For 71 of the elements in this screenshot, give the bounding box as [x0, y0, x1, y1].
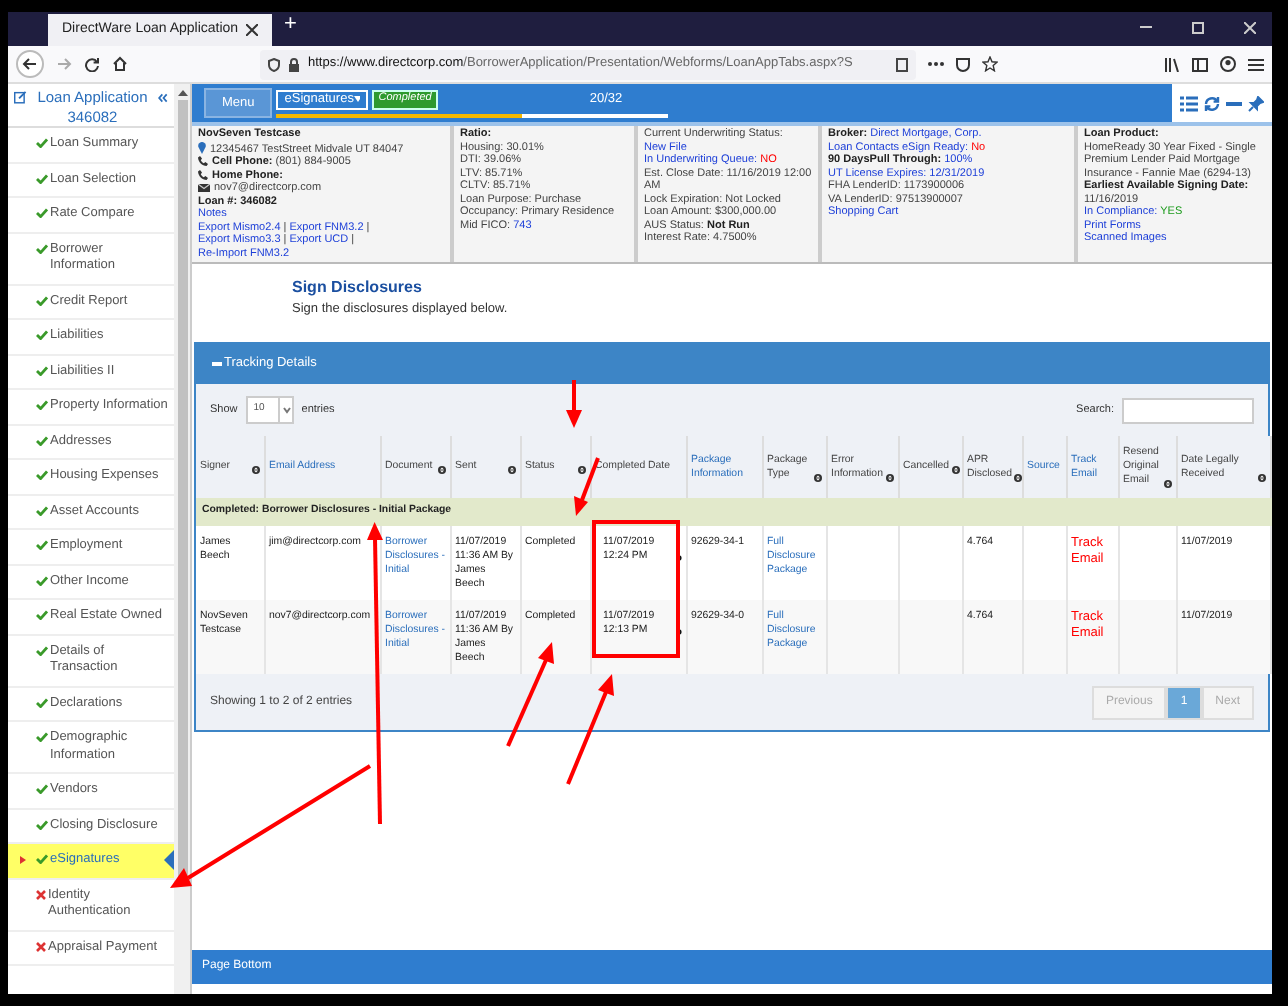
annotation-arrow	[574, 457, 600, 516]
lock-icon	[288, 57, 300, 71]
minimize-icon[interactable]	[1140, 26, 1152, 30]
check-icon	[36, 784, 48, 794]
envelope-icon	[198, 184, 210, 192]
menu-icon[interactable]	[1248, 57, 1264, 71]
minimize-icon[interactable]	[1226, 101, 1242, 105]
sort-icon[interactable]	[1163, 480, 1171, 488]
search-field[interactable]	[1122, 397, 1254, 423]
check-icon	[36, 138, 48, 148]
selected-marker-icon	[20, 856, 26, 864]
scrollbar-thumb[interactable]	[177, 100, 187, 880]
sort-icon[interactable]	[885, 473, 893, 481]
annotation-arrow	[506, 642, 554, 747]
pin-icon[interactable]	[1248, 95, 1264, 111]
check-icon	[36, 540, 48, 550]
sort-icon[interactable]	[507, 466, 515, 474]
sort-icon[interactable]	[951, 466, 960, 474]
sort-icon[interactable]	[251, 466, 259, 474]
sort-icon[interactable]	[813, 473, 821, 481]
check-icon	[36, 645, 48, 655]
star-icon[interactable]	[982, 56, 998, 72]
library-icon[interactable]	[1164, 57, 1180, 71]
caret-icon	[277, 398, 292, 422]
check-icon	[36, 470, 48, 480]
info-icon[interactable]	[675, 628, 681, 636]
annotation-arrow	[566, 674, 614, 785]
annotation-arrow	[566, 380, 582, 428]
account-icon[interactable]	[1220, 56, 1236, 72]
check-icon	[36, 400, 48, 410]
check-icon	[36, 435, 48, 445]
check-icon	[36, 173, 48, 183]
maximize-icon[interactable]	[1192, 22, 1204, 34]
annotation-box	[592, 520, 680, 658]
check-icon	[36, 295, 48, 305]
check-icon	[36, 697, 48, 707]
check-icon	[36, 819, 48, 829]
caret-icon	[353, 96, 361, 102]
scrollbar[interactable]	[174, 84, 190, 994]
edit-icon[interactable]	[14, 88, 28, 106]
sort-icon[interactable]	[1258, 473, 1266, 481]
back-icon[interactable]	[16, 50, 44, 78]
check-icon	[36, 243, 48, 253]
info-icon[interactable]	[675, 554, 681, 562]
sort-icon[interactable]	[1014, 473, 1022, 481]
refresh-icon[interactable]	[1204, 95, 1220, 111]
home-icon[interactable]	[112, 56, 128, 72]
list-icon[interactable]	[1180, 95, 1198, 111]
error-icon	[36, 941, 46, 951]
new-tab-button[interactable]: +	[284, 12, 297, 40]
section-title: Sign Disclosures	[292, 276, 424, 298]
sort-icon[interactable]	[437, 466, 445, 474]
sort-icon[interactable]	[577, 466, 585, 474]
active-pointer-icon	[164, 850, 174, 870]
check-icon	[36, 854, 48, 864]
check-icon	[36, 330, 48, 340]
check-icon	[36, 505, 48, 515]
location-pin-icon	[198, 141, 206, 153]
check-icon	[36, 732, 48, 742]
check-icon	[36, 610, 48, 620]
shield-icon	[268, 57, 280, 71]
reader-icon[interactable]	[896, 57, 908, 71]
check-icon	[36, 575, 48, 585]
close-icon[interactable]	[246, 24, 258, 36]
check-icon	[36, 208, 48, 218]
collapse-icon[interactable]	[157, 92, 168, 104]
reload-icon[interactable]	[84, 56, 100, 72]
error-icon	[36, 889, 46, 899]
sidebar-icon[interactable]	[1192, 57, 1208, 71]
check-icon	[36, 365, 48, 375]
scroll-up-icon[interactable]	[177, 90, 187, 96]
